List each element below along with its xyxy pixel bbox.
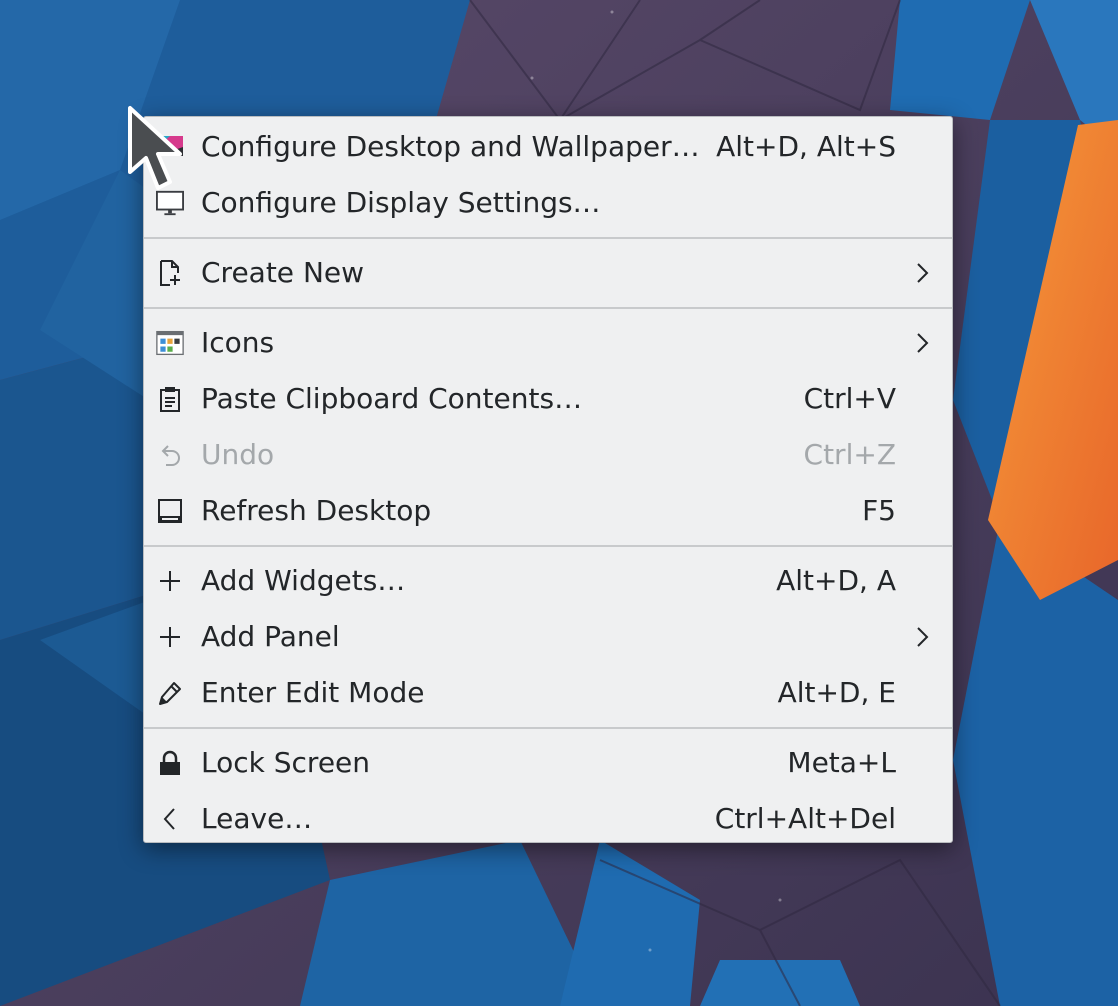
- menu-item-shortcut: Alt+D, A: [776, 564, 896, 597]
- chevron-right-icon: [912, 329, 932, 357]
- pencil-icon: [156, 679, 184, 707]
- menu-item-paste-clipboard[interactable]: Paste Clipboard Contents… Ctrl+V: [144, 371, 952, 427]
- menu-item-refresh-desktop[interactable]: Refresh Desktop F5: [144, 483, 952, 539]
- menu-item-enter-edit-mode[interactable]: Enter Edit Mode Alt+D, E: [144, 665, 952, 721]
- lock-icon: [156, 749, 184, 777]
- menu-item-shortcut: Meta+L: [787, 746, 896, 779]
- menu-item-label: Lock Screen: [201, 746, 371, 779]
- desktop-context-menu: Configure Desktop and Wallpaper… Alt+D, …: [143, 116, 953, 843]
- menu-item-label: Add Panel: [201, 620, 340, 653]
- menu-item-shortcut: Ctrl+Z: [803, 438, 896, 471]
- menu-separator: [144, 301, 952, 315]
- menu-item-icons[interactable]: Icons: [144, 315, 952, 371]
- chevron-left-icon: [156, 805, 184, 833]
- mouse-cursor-icon: [128, 106, 182, 190]
- refresh-desktop-icon: [156, 497, 184, 525]
- menu-separator: [144, 231, 952, 245]
- menu-item-shortcut: F5: [862, 494, 896, 527]
- undo-icon: [156, 441, 184, 469]
- menu-item-label: Create New: [201, 256, 365, 289]
- menu-item-shortcut: Alt+D, E: [777, 676, 896, 709]
- menu-item-shortcut: Ctrl+Alt+Del: [714, 802, 896, 835]
- menu-item-undo[interactable]: Undo Ctrl+Z: [144, 427, 952, 483]
- menu-item-configure-display[interactable]: Configure Display Settings…: [144, 175, 952, 231]
- menu-separator: [144, 721, 952, 735]
- menu-item-label: Icons: [201, 326, 275, 359]
- menu-item-label: Paste Clipboard Contents…: [201, 382, 583, 415]
- menu-item-leave[interactable]: Leave… Ctrl+Alt+Del: [144, 791, 952, 847]
- menu-item-add-panel[interactable]: Add Panel: [144, 609, 952, 665]
- menu-item-add-widgets[interactable]: Add Widgets… Alt+D, A: [144, 553, 952, 609]
- menu-item-shortcut: Alt+D, Alt+S: [716, 130, 896, 163]
- icons-grid-icon: [156, 329, 184, 357]
- plus-icon: [156, 623, 184, 651]
- chevron-right-icon: [912, 623, 932, 651]
- clipboard-icon: [156, 385, 184, 413]
- menu-item-label: Configure Display Settings…: [201, 186, 601, 219]
- menu-item-label: Leave…: [201, 802, 313, 835]
- chevron-right-icon: [912, 259, 932, 287]
- menu-item-label: Add Widgets…: [201, 564, 406, 597]
- menu-item-label: Configure Desktop and Wallpaper…: [201, 130, 700, 163]
- menu-item-lock-screen[interactable]: Lock Screen Meta+L: [144, 735, 952, 791]
- menu-item-shortcut: Ctrl+V: [803, 382, 896, 415]
- menu-item-create-new[interactable]: Create New: [144, 245, 952, 301]
- menu-item-label: Enter Edit Mode: [201, 676, 425, 709]
- menu-item-configure-desktop[interactable]: Configure Desktop and Wallpaper… Alt+D, …: [144, 119, 952, 175]
- new-document-icon: [156, 259, 184, 287]
- menu-separator: [144, 539, 952, 553]
- menu-item-label: Refresh Desktop: [201, 494, 432, 527]
- plus-icon: [156, 567, 184, 595]
- menu-item-label: Undo: [201, 438, 275, 471]
